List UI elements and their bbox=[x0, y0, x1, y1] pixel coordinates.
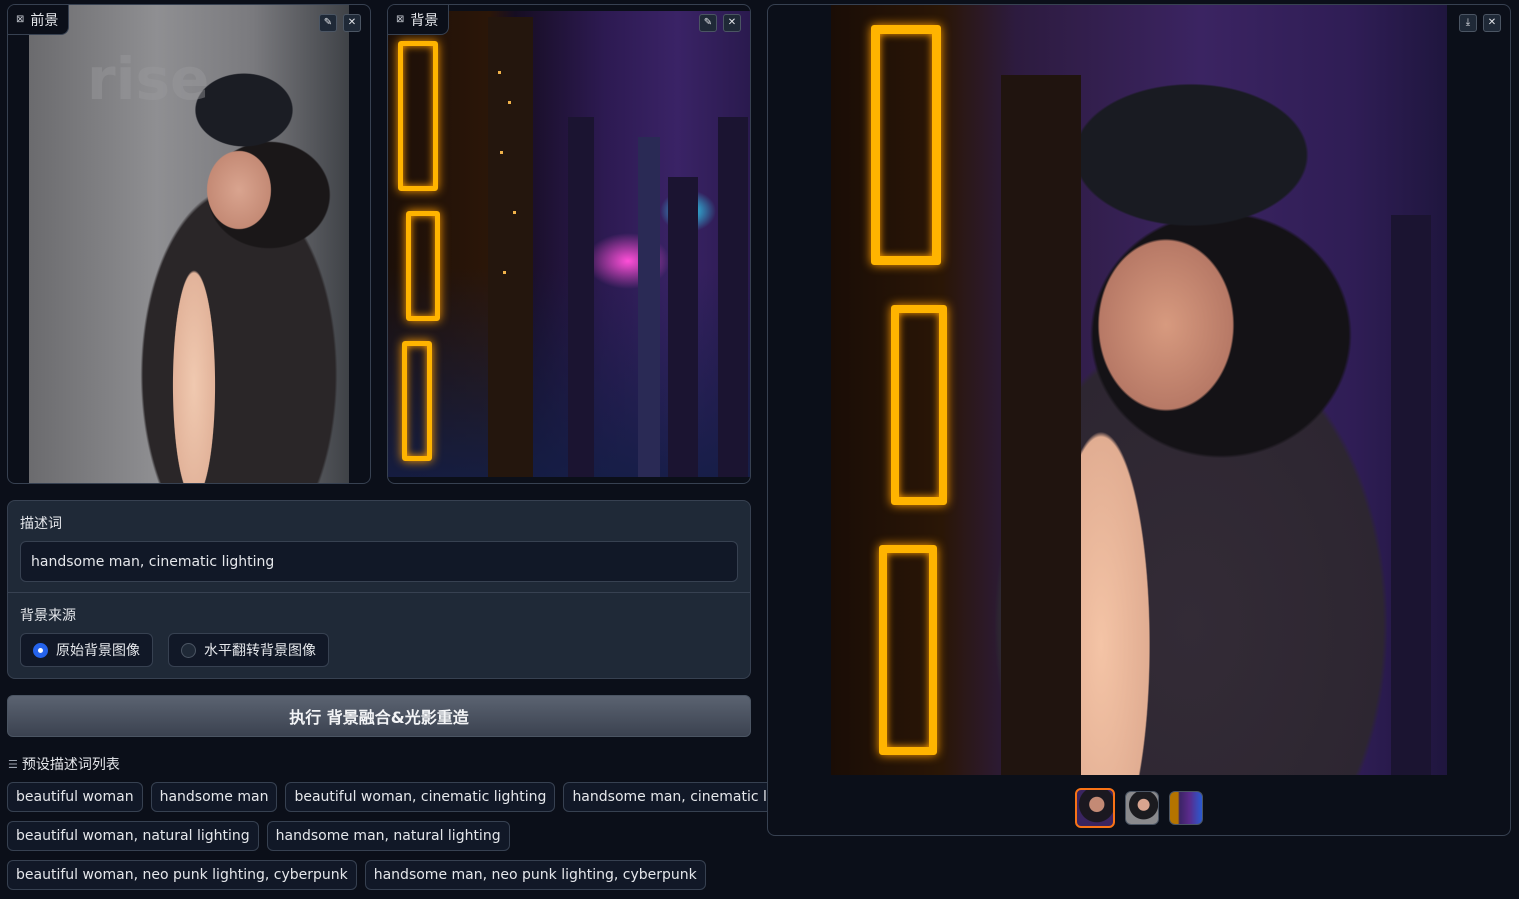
background-photo bbox=[388, 11, 750, 477]
preset-list-title-text: 预设描述词列表 bbox=[21, 757, 120, 773]
preset-chip[interactable]: beautiful woman, cinematic lighting bbox=[285, 782, 556, 812]
background-label-text: 背景 bbox=[410, 12, 439, 29]
background-source-label: 背景来源 bbox=[20, 608, 76, 624]
thumbnail-background[interactable] bbox=[1169, 791, 1203, 825]
preset-chip[interactable]: beautiful woman bbox=[7, 782, 143, 812]
background-image-panel[interactable]: ⊠ 背景 ✎ ✕ bbox=[387, 4, 751, 484]
preset-chip[interactable]: beautiful woman, natural lighting bbox=[7, 821, 259, 851]
image-icon: ⊠ bbox=[16, 14, 25, 25]
radio-flipped-background[interactable]: 水平翻转背景图像 bbox=[168, 633, 329, 667]
prompt-label: 描述词 bbox=[20, 516, 62, 532]
background-label: ⊠ 背景 bbox=[388, 5, 450, 35]
preset-chip[interactable]: beautiful woman, neo punk lighting, cybe… bbox=[7, 860, 357, 890]
foreground-label-text: 前景 bbox=[30, 12, 59, 29]
image-icon: ⊠ bbox=[396, 14, 405, 25]
wall-text: rise bbox=[87, 45, 210, 113]
radio-checked-icon bbox=[33, 642, 48, 658]
radio-original-background[interactable]: 原始背景图像 bbox=[20, 633, 153, 667]
download-icon[interactable]: ⤓ bbox=[1459, 14, 1477, 32]
run-relight-button[interactable]: 执行 背景融合&光影重造 bbox=[7, 695, 751, 737]
radio-unchecked-icon bbox=[181, 642, 196, 658]
preset-list: beautiful woman handsome man beautiful w… bbox=[7, 782, 825, 899]
foreground-image-panel[interactable]: rise ⊠ 前景 ✎ ✕ bbox=[7, 4, 371, 484]
radio-label: 水平翻转背景图像 bbox=[204, 643, 316, 659]
preset-chip[interactable]: handsome man, neo punk lighting, cyberpu… bbox=[364, 860, 706, 890]
settings-form: 描述词 handsome man, cinematic lighting 背景来… bbox=[7, 500, 751, 679]
list-icon: ☰ bbox=[8, 757, 18, 771]
foreground-photo: rise bbox=[29, 5, 349, 483]
preset-chip[interactable]: handsome man bbox=[150, 782, 278, 812]
output-photo[interactable] bbox=[831, 5, 1447, 775]
prompt-input-value: handsome man, cinematic lighting bbox=[31, 553, 275, 570]
close-icon[interactable]: ✕ bbox=[1483, 14, 1501, 32]
preset-chip[interactable]: handsome man, natural lighting bbox=[266, 821, 510, 851]
thumbnail-foreground[interactable] bbox=[1125, 791, 1159, 825]
preset-list-title[interactable]: ☰ 预设描述词列表 bbox=[8, 754, 120, 774]
edit-icon[interactable]: ✎ bbox=[319, 14, 337, 32]
radio-label: 原始背景图像 bbox=[56, 643, 140, 659]
thumbnail-result[interactable] bbox=[1075, 788, 1115, 828]
close-icon[interactable]: ✕ bbox=[723, 14, 741, 32]
foreground-label: ⊠ 前景 bbox=[8, 5, 70, 35]
output-gallery-panel: ⤓ ✕ bbox=[767, 4, 1511, 836]
thumbnail-strip bbox=[1075, 788, 1203, 828]
form-divider bbox=[8, 592, 750, 593]
prompt-input[interactable]: handsome man, cinematic lighting bbox=[20, 541, 738, 582]
close-icon[interactable]: ✕ bbox=[343, 14, 361, 32]
edit-icon[interactable]: ✎ bbox=[699, 14, 717, 32]
